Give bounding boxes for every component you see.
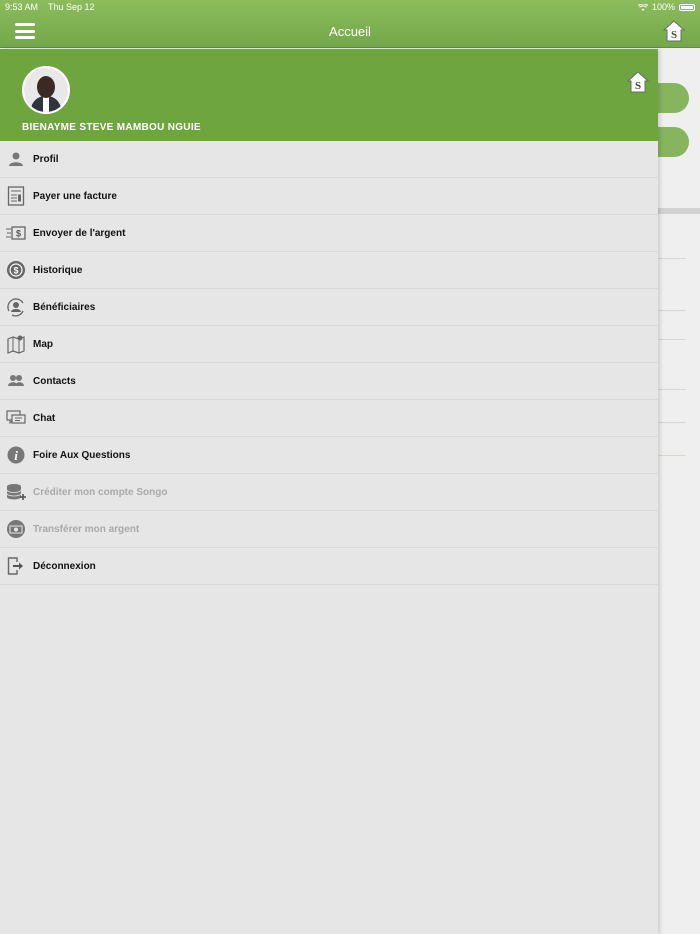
- battery-percent: 100%: [651, 2, 675, 12]
- drawer-header: BIENAYME STEVE MAMBOU NGUIE S: [0, 49, 658, 141]
- menu-item-transferer-argent[interactable]: Transférer mon argent: [0, 511, 658, 548]
- background-green-button[interactable]: [658, 127, 689, 157]
- contacts-icon: [6, 371, 26, 391]
- svg-text:S: S: [635, 80, 641, 92]
- avatar[interactable]: [22, 66, 70, 114]
- drawer-menu: Profil Payer une facture $ Envoyer de l'…: [0, 141, 658, 585]
- user-name: BIENAYME STEVE MAMBOU NGUIE: [22, 122, 201, 133]
- status-time: 9:53 AM: [5, 2, 39, 12]
- app-bar: 9:53 AM Thu Sep 12 100% Accueil S: [0, 0, 700, 48]
- menu-item-crediter-compte[interactable]: Créditer mon compte Songo: [0, 474, 658, 511]
- invoice-icon: [6, 186, 26, 206]
- menu-item-historique[interactable]: $ Historique: [0, 252, 658, 289]
- background-divider: [658, 339, 686, 340]
- menu-item-beneficiaires[interactable]: Bénéficiaires: [0, 289, 658, 326]
- chat-icon: [6, 408, 26, 428]
- background-green-button[interactable]: [658, 83, 689, 113]
- menu-item-contacts[interactable]: Contacts: [0, 363, 658, 400]
- menu-item-envoyer-argent[interactable]: $ Envoyer de l'argent: [0, 215, 658, 252]
- svg-text:i: i: [14, 448, 18, 463]
- svg-text:$: $: [16, 229, 21, 239]
- navigation-drawer: BIENAYME STEVE MAMBOU NGUIE S Profil Pay…: [0, 49, 658, 934]
- menu-item-label: Payer une facture: [33, 190, 117, 202]
- page-title: Accueil: [329, 24, 371, 39]
- beneficiaries-icon: [6, 297, 26, 317]
- status-bar: 9:53 AM Thu Sep 12 100%: [0, 0, 700, 14]
- menu-item-profil[interactable]: Profil: [0, 141, 658, 178]
- background-divider: [658, 310, 686, 311]
- send-money-icon: $: [6, 223, 26, 243]
- transfer-money-icon: [6, 519, 26, 539]
- background-content: [658, 49, 700, 934]
- battery-icon: [679, 3, 695, 11]
- menu-item-label: Envoyer de l'argent: [33, 227, 126, 239]
- svg-text:$: $: [13, 266, 18, 276]
- history-icon: $: [6, 260, 26, 280]
- menu-item-label: Créditer mon compte Songo: [33, 486, 168, 498]
- background-divider: [658, 455, 686, 456]
- map-icon: [6, 334, 26, 354]
- songo-home-logo-icon[interactable]: S: [662, 19, 686, 43]
- menu-item-label: Profil: [33, 153, 59, 165]
- menu-item-label: Transférer mon argent: [33, 523, 140, 535]
- background-divider: [658, 389, 686, 390]
- status-date: Thu Sep 12: [48, 2, 95, 12]
- menu-item-label: Chat: [33, 412, 56, 424]
- wifi-icon: [637, 3, 648, 11]
- menu-item-label: Map: [33, 338, 53, 350]
- background-divider: [658, 258, 686, 259]
- menu-item-map[interactable]: Map: [0, 326, 658, 363]
- person-icon: [6, 149, 26, 169]
- info-icon: i: [6, 445, 26, 465]
- menu-item-label: Foire Aux Questions: [33, 449, 131, 461]
- menu-item-label: Contacts: [33, 375, 76, 387]
- background-divider: [658, 208, 700, 214]
- menu-item-deconnexion[interactable]: Déconnexion: [0, 548, 658, 585]
- menu-item-payer-facture[interactable]: Payer une facture: [0, 178, 658, 215]
- logout-icon: [6, 556, 26, 576]
- songo-home-logo-icon[interactable]: S: [626, 70, 650, 94]
- menu-item-chat[interactable]: Chat: [0, 400, 658, 437]
- menu-item-faq[interactable]: i Foire Aux Questions: [0, 437, 658, 474]
- credit-account-icon: [6, 482, 26, 502]
- menu-item-label: Historique: [33, 264, 83, 276]
- menu-item-label: Déconnexion: [33, 560, 96, 572]
- background-divider: [658, 422, 686, 423]
- menu-item-label: Bénéficiaires: [33, 301, 96, 313]
- svg-text:S: S: [671, 29, 677, 41]
